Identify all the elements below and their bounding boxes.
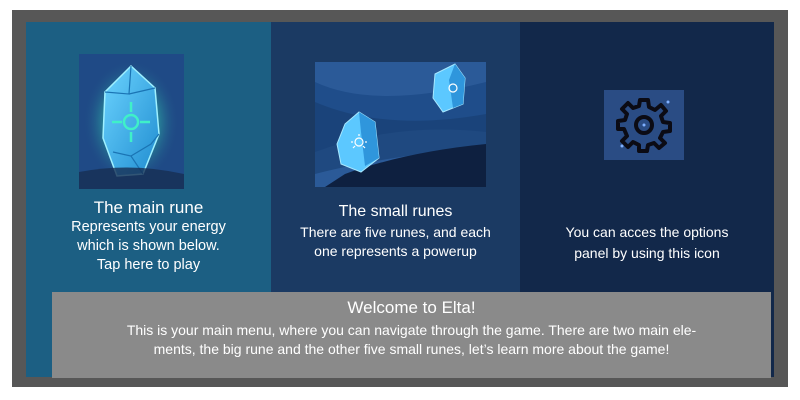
main-rune-icon [79,54,184,189]
description-line: Represents your energy [71,219,226,235]
main-rune-description: Represents your energy which is shown be… [26,218,271,275]
small-runes-image[interactable] [315,62,486,187]
tutorial-frame: The main rune Represents your energy whi… [12,10,788,387]
welcome-line: ments, the big rune and the other five s… [153,341,670,357]
welcome-title: Welcome to Elta! [347,298,476,317]
description-line: Tap here to play [96,257,201,273]
gear-icon [604,90,684,160]
welcome-text: This is your main menu, where you can na… [66,321,757,359]
small-runes-title: The small runes [338,203,453,220]
options-description: You can acces the options panel by using… [520,222,774,264]
description-line: which is shown below. [77,238,220,254]
description-line: panel by using this icon [574,245,720,261]
description-line: You can acces the options [565,224,729,240]
small-runes-icon [315,62,486,187]
description-line: one represents a powerup [314,243,477,259]
options-button[interactable] [604,90,684,160]
description-line: There are five runes, and each [300,224,491,240]
main-rune-image[interactable] [79,54,184,189]
main-rune-title: The main rune [93,198,204,217]
small-runes-description: There are five runes, and each one repre… [271,223,520,261]
welcome-box: Welcome to Elta! This is your main menu,… [52,292,771,378]
welcome-line: This is your main menu, where you can na… [126,322,697,338]
